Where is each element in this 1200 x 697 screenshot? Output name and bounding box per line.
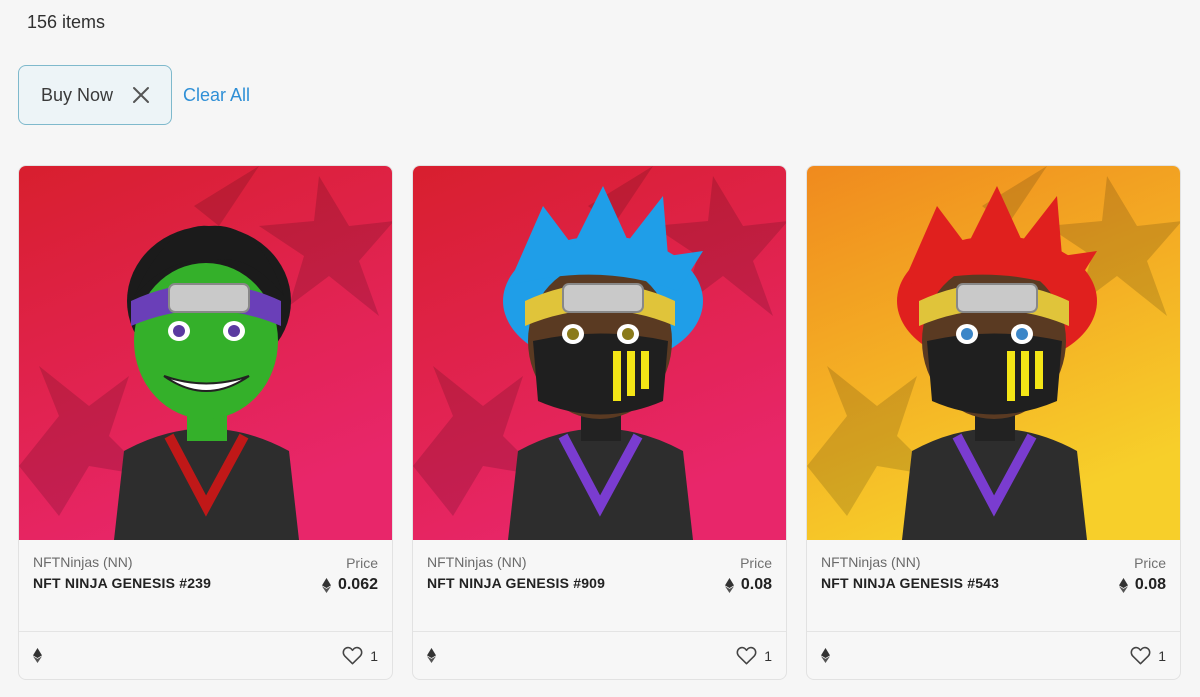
price-label: Price — [346, 555, 378, 571]
like-button[interactable]: 1 — [1130, 646, 1166, 665]
collection-name[interactable]: NFTNinjas (NN) — [821, 554, 1166, 570]
filter-chip-label: Buy Now — [41, 84, 114, 105]
nft-image[interactable] — [19, 166, 393, 540]
ethereum-icon — [33, 648, 42, 663]
like-count: 1 — [764, 647, 772, 664]
like-count: 1 — [1158, 647, 1166, 664]
price-amount: 0.08 — [1134, 576, 1166, 593]
like-button[interactable]: 1 — [342, 646, 378, 665]
card-footer: 1 — [413, 631, 786, 679]
item-name[interactable]: NFT NINJA GENESIS #543 — [821, 575, 1166, 591]
nft-card[interactable]: NFTNinjas (NN) NFT NINJA GENESIS #909 Pr… — [412, 165, 787, 680]
card-info: NFTNinjas (NN) NFT NINJA GENESIS #543 Pr… — [807, 540, 1180, 632]
card-info: NFTNinjas (NN) NFT NINJA GENESIS #909 Pr… — [413, 540, 786, 632]
price-label: Price — [1134, 555, 1166, 571]
price-value: 0.062 — [321, 576, 378, 594]
like-button[interactable]: 1 — [736, 646, 772, 665]
heart-icon — [342, 646, 363, 665]
ethereum-icon — [427, 648, 436, 663]
nft-card[interactable]: NFTNinjas (NN) NFT NINJA GENESIS #239 Pr… — [18, 165, 393, 680]
card-info: NFTNinjas (NN) NFT NINJA GENESIS #239 Pr… — [19, 540, 392, 632]
card-footer: 1 — [19, 631, 392, 679]
filter-chip-buy-now[interactable]: Buy Now — [18, 65, 172, 125]
nft-grid: NFTNinjas (NN) NFT NINJA GENESIS #239 Pr… — [18, 165, 1181, 680]
collection-name[interactable]: NFTNinjas (NN) — [33, 554, 378, 570]
results-count: 156 items — [27, 12, 106, 32]
clear-all-link[interactable]: Clear All — [183, 85, 250, 106]
item-name[interactable]: NFT NINJA GENESIS #909 — [427, 575, 772, 591]
price-value: 0.08 — [724, 576, 772, 594]
page: 156 items Buy Now Clear All NFTNinjas (N… — [0, 0, 1200, 697]
price-amount: 0.062 — [337, 576, 378, 593]
price-amount: 0.08 — [740, 576, 772, 593]
ethereum-icon — [821, 648, 830, 663]
ethereum-icon — [321, 577, 331, 593]
card-footer: 1 — [807, 631, 1180, 679]
heart-icon — [736, 646, 757, 665]
nft-image[interactable] — [413, 166, 787, 540]
nft-image[interactable] — [807, 166, 1181, 540]
price-label: Price — [740, 555, 772, 571]
collection-name[interactable]: NFTNinjas (NN) — [427, 554, 772, 570]
price-value: 0.08 — [1118, 576, 1166, 594]
heart-icon — [1130, 646, 1151, 665]
close-icon[interactable] — [131, 85, 151, 105]
like-count: 1 — [370, 647, 378, 664]
ethereum-icon — [724, 577, 734, 593]
ethereum-icon — [1118, 577, 1128, 593]
active-filters: Buy Now Clear All — [18, 65, 250, 125]
nft-card[interactable]: NFTNinjas (NN) NFT NINJA GENESIS #543 Pr… — [806, 165, 1181, 680]
